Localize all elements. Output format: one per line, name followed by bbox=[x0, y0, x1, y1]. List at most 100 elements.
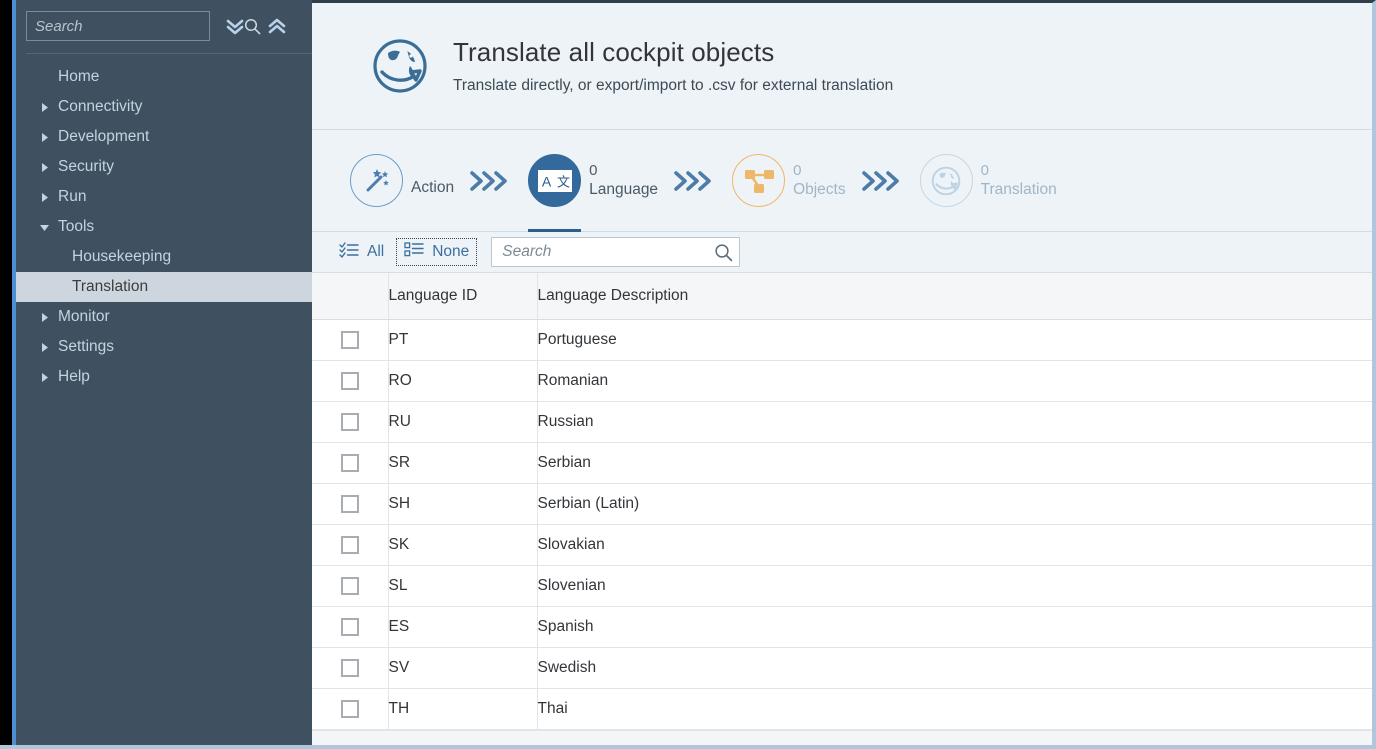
sidebar-item-label: Security bbox=[58, 158, 114, 176]
cell-language-description: Serbian (Latin) bbox=[537, 483, 1372, 524]
sidebar-divider bbox=[26, 53, 312, 54]
sidebar-item-label: Settings bbox=[58, 338, 114, 356]
row-checkbox[interactable] bbox=[341, 659, 359, 677]
stepper-step-count: 0 bbox=[793, 162, 846, 180]
sidebar-nav-list: Home Connectivity Development Security Run To… bbox=[16, 62, 312, 749]
sidebar-search-row bbox=[16, 0, 312, 51]
triangle-right-icon[interactable] bbox=[36, 369, 52, 385]
cell-language-id: SH bbox=[388, 483, 537, 524]
stepper-step-language[interactable]: A文0Language bbox=[528, 130, 658, 232]
row-select-cell[interactable] bbox=[312, 483, 388, 524]
stepper-step-icon-language: A文 bbox=[528, 154, 581, 207]
table-search-input[interactable] bbox=[492, 243, 714, 261]
triangle-right-icon[interactable] bbox=[36, 339, 52, 355]
cell-language-description: Swedish bbox=[537, 647, 1372, 688]
triangle-right-icon[interactable] bbox=[36, 309, 52, 325]
chevron-triple-right-icon bbox=[672, 167, 718, 195]
svg-text:A: A bbox=[541, 173, 551, 189]
row-select-cell[interactable] bbox=[312, 360, 388, 401]
column-header-language-id: Language ID bbox=[388, 273, 537, 319]
sidebar-item-label: Development bbox=[58, 128, 149, 146]
table-row[interactable]: PTPortuguese bbox=[312, 319, 1372, 360]
triangle-right-icon[interactable] bbox=[36, 99, 52, 115]
row-checkbox[interactable] bbox=[341, 495, 359, 513]
sidebar: Home Connectivity Development Security Run To… bbox=[16, 0, 312, 749]
sidebar-item-help[interactable]: Help bbox=[16, 362, 312, 392]
row-select-cell[interactable] bbox=[312, 565, 388, 606]
application-window: Home Connectivity Development Security Run To… bbox=[0, 0, 1376, 749]
row-select-cell[interactable] bbox=[312, 606, 388, 647]
page-header-texts: Translate all cockpit objects Translate … bbox=[453, 37, 893, 95]
hierarchy-icon bbox=[743, 166, 775, 196]
row-select-cell[interactable] bbox=[312, 442, 388, 483]
sidebar-item-monitor[interactable]: Monitor bbox=[16, 302, 312, 332]
sidebar-item-home[interactable]: Home bbox=[16, 62, 312, 92]
sidebar-item-translation[interactable]: Translation bbox=[16, 272, 312, 302]
sidebar-item-label: Run bbox=[58, 188, 86, 206]
row-checkbox[interactable] bbox=[341, 536, 359, 554]
sidebar-item-tools[interactable]: Tools bbox=[16, 212, 312, 242]
sidebar-item-security[interactable]: Security bbox=[16, 152, 312, 182]
column-header-select bbox=[312, 273, 388, 319]
row-checkbox[interactable] bbox=[341, 454, 359, 472]
row-checkbox[interactable] bbox=[341, 372, 359, 390]
table-search-box[interactable] bbox=[491, 237, 740, 267]
row-select-cell[interactable] bbox=[312, 688, 388, 729]
stepper-step-icon-action bbox=[350, 154, 403, 207]
triangle-right-icon[interactable] bbox=[36, 129, 52, 145]
wizard-stepper: Action A文0Language 0Objects 0Translation bbox=[312, 130, 1372, 232]
triangle-down-icon[interactable] bbox=[36, 219, 52, 235]
table-header-row: Language ID Language Description bbox=[312, 273, 1372, 319]
sidebar-item-run[interactable]: Run bbox=[16, 182, 312, 212]
table-row[interactable]: SVSwedish bbox=[312, 647, 1372, 688]
cell-language-description: Romanian bbox=[537, 360, 1372, 401]
row-checkbox[interactable] bbox=[341, 413, 359, 431]
stepper-step-action[interactable]: Action bbox=[350, 130, 454, 232]
cell-language-id: RO bbox=[388, 360, 537, 401]
translate-icon: A文 bbox=[538, 170, 572, 192]
sidebar-search-input[interactable] bbox=[27, 18, 244, 35]
stepper-separator bbox=[846, 130, 920, 232]
deselect-all-button[interactable]: None bbox=[396, 238, 477, 266]
table-row[interactable]: RORomanian bbox=[312, 360, 1372, 401]
page-subtitle: Translate directly, or export/import to … bbox=[453, 77, 893, 95]
sidebar-item-connectivity[interactable]: Connectivity bbox=[16, 92, 312, 122]
chevron-triple-right-icon bbox=[860, 167, 906, 195]
row-select-cell[interactable] bbox=[312, 647, 388, 688]
row-select-cell[interactable] bbox=[312, 401, 388, 442]
triangle-right-icon[interactable] bbox=[36, 189, 52, 205]
sidebar-item-housekeeping[interactable]: Housekeeping bbox=[16, 242, 312, 272]
sidebar-item-label: Home bbox=[58, 68, 99, 86]
triangle-right-icon[interactable] bbox=[36, 159, 52, 175]
sidebar-item-label: Monitor bbox=[58, 308, 110, 326]
row-select-cell[interactable] bbox=[312, 524, 388, 565]
table-row[interactable]: SHSerbian (Latin) bbox=[312, 483, 1372, 524]
stepper-step-translation[interactable]: 0Translation bbox=[920, 130, 1057, 232]
table-row[interactable]: RURussian bbox=[312, 401, 1372, 442]
stepper-separator bbox=[454, 130, 528, 232]
column-header-language-description: Language Description bbox=[537, 273, 1372, 319]
row-checkbox[interactable] bbox=[341, 618, 359, 636]
table-row[interactable]: ESSpanish bbox=[312, 606, 1372, 647]
search-icon[interactable] bbox=[714, 243, 742, 262]
table-row[interactable]: SLSlovenian bbox=[312, 565, 1372, 606]
cell-language-description: Serbian bbox=[537, 442, 1372, 483]
select-all-button[interactable]: All bbox=[331, 238, 392, 266]
stepper-step-objects[interactable]: 0Objects bbox=[732, 130, 846, 232]
table-row[interactable]: SRSerbian bbox=[312, 442, 1372, 483]
table-row[interactable]: THThai bbox=[312, 688, 1372, 729]
sidebar-item-development[interactable]: Development bbox=[16, 122, 312, 152]
row-checkbox[interactable] bbox=[341, 577, 359, 595]
cell-language-description: Thai bbox=[537, 688, 1372, 729]
cell-language-description: Spanish bbox=[537, 606, 1372, 647]
sidebar-search-box[interactable] bbox=[26, 11, 210, 41]
svg-text:文: 文 bbox=[557, 175, 570, 190]
select-all-icon bbox=[339, 241, 359, 263]
search-icon[interactable] bbox=[244, 18, 268, 35]
row-checkbox[interactable] bbox=[341, 331, 359, 349]
row-checkbox[interactable] bbox=[341, 700, 359, 718]
cell-language-id: SK bbox=[388, 524, 537, 565]
sidebar-item-settings[interactable]: Settings bbox=[16, 332, 312, 362]
row-select-cell[interactable] bbox=[312, 319, 388, 360]
table-row[interactable]: SKSlovakian bbox=[312, 524, 1372, 565]
